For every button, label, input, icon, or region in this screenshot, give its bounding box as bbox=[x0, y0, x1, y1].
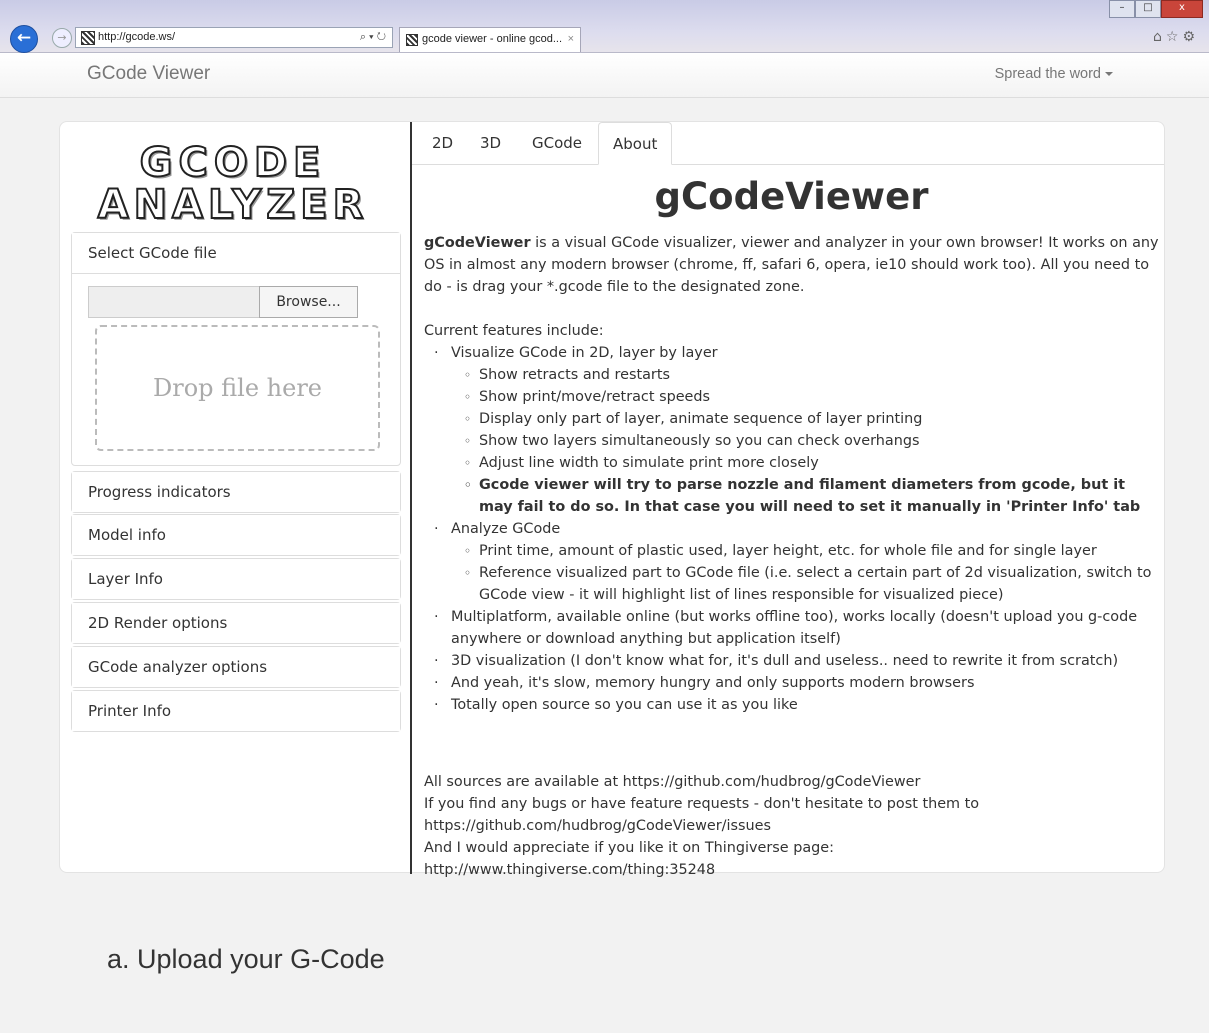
forward-arrow-icon[interactable]: → bbox=[52, 28, 72, 48]
tab-3d[interactable]: 3D bbox=[466, 122, 515, 164]
panel-2d-render-options[interactable]: 2D Render options bbox=[71, 602, 401, 644]
panel-heading[interactable]: 2D Render options bbox=[72, 603, 400, 643]
about-intro: gCodeViewer is a visual GCode visualizer… bbox=[424, 232, 1159, 298]
view-tabs: 2D 3D GCode About bbox=[412, 122, 1164, 165]
list-item: Visualize GCode in 2D, layer by layer bbox=[424, 342, 1159, 364]
panel-printer-info[interactable]: Printer Info bbox=[71, 690, 401, 732]
list-item: Analyze GCode bbox=[424, 518, 1159, 540]
select-file-heading[interactable]: Select GCode file bbox=[72, 233, 400, 274]
footer-line: All sources are available at https://git… bbox=[424, 774, 921, 790]
address-bar[interactable]: http://gcode.ws/ ⌕ ▾ ↻ bbox=[75, 27, 393, 48]
main-card: GCODE ANALYZER Select GCode file Browse.… bbox=[59, 121, 1165, 878]
list-item: Multiplatform, available online (but wor… bbox=[424, 606, 1159, 650]
tab-about[interactable]: About bbox=[598, 122, 673, 165]
home-star-gear-icons[interactable]: ⌂☆⚙ bbox=[1153, 29, 1199, 45]
panel-heading[interactable]: Printer Info bbox=[72, 691, 400, 731]
close-window-icon[interactable]: x bbox=[1161, 0, 1203, 18]
document-caption: a. Upload your G-Code bbox=[107, 944, 385, 974]
search-refresh-icons[interactable]: ⌕ ▾ ↻ bbox=[360, 28, 386, 47]
tab-favicon-icon bbox=[406, 34, 418, 46]
features-list: Visualize GCode in 2D, layer by layer Sh… bbox=[424, 342, 1159, 716]
gcode-analyzer-logo: GCODE ANALYZER bbox=[72, 140, 394, 230]
browser-tab[interactable]: gcode viewer - online gcod... × bbox=[399, 27, 581, 52]
list-item: Reference visualized part to GCode file … bbox=[424, 562, 1159, 606]
maximize-icon[interactable]: □ bbox=[1135, 0, 1161, 18]
intro-bold: gCodeViewer bbox=[424, 235, 531, 251]
back-arrow-icon[interactable]: ← bbox=[10, 25, 38, 53]
vertical-divider bbox=[410, 122, 412, 874]
site-favicon-icon bbox=[81, 31, 95, 45]
tab-2d[interactable]: 2D bbox=[418, 122, 467, 164]
list-item: 3D visualization (I don't know what for,… bbox=[424, 650, 1159, 672]
logo-line-2: ANALYZER bbox=[97, 182, 369, 228]
list-item: Adjust line width to simulate print more… bbox=[424, 452, 1159, 474]
footer-line: If you find any bugs or have feature req… bbox=[424, 796, 980, 812]
about-title: gCodeViewer bbox=[654, 175, 929, 218]
about-content: gCodeViewer gCodeViewer is a visual GCod… bbox=[424, 168, 1159, 881]
footer-line: http://www.thingiverse.com/thing:35248 bbox=[424, 862, 716, 878]
panel-heading[interactable]: Progress indicators bbox=[72, 472, 400, 512]
minimize-icon[interactable]: – bbox=[1109, 0, 1135, 18]
footer-line: And I would appreciate if you like it on… bbox=[424, 840, 835, 856]
list-item: Print time, amount of plastic used, laye… bbox=[424, 540, 1159, 562]
site-navbar: GCode Viewer Spread the word bbox=[0, 53, 1209, 98]
spread-the-word-dropdown[interactable]: Spread the word bbox=[995, 66, 1113, 82]
panel-layer-info[interactable]: Layer Info bbox=[71, 558, 401, 600]
panel-heading[interactable]: Model info bbox=[72, 515, 400, 555]
file-input-row: Browse... bbox=[88, 286, 360, 318]
list-item: Gcode viewer will try to parse nozzle an… bbox=[424, 474, 1159, 518]
spread-the-word-label: Spread the word bbox=[994, 66, 1101, 82]
select-file-panel: Select GCode file Browse... Drop file he… bbox=[71, 232, 401, 466]
footer-line: https://github.com/hudbrog/gCodeViewer/i… bbox=[424, 818, 771, 834]
list-item: And yeah, it's slow, memory hungry and o… bbox=[424, 672, 1159, 694]
panel-progress-indicators[interactable]: Progress indicators bbox=[71, 471, 401, 513]
close-tab-icon[interactable]: × bbox=[568, 28, 574, 51]
file-name-field[interactable] bbox=[88, 286, 260, 318]
browse-button[interactable]: Browse... bbox=[259, 286, 358, 318]
list-item: Show print/move/retract speeds bbox=[424, 386, 1159, 408]
panel-gcode-analyzer-options[interactable]: GCode analyzer options bbox=[71, 646, 401, 688]
panel-model-info[interactable]: Model info bbox=[71, 514, 401, 556]
browser-chrome: ← → http://gcode.ws/ ⌕ ▾ ↻ gcode viewer … bbox=[0, 0, 1209, 53]
list-item: Show two layers simultaneously so you ca… bbox=[424, 430, 1159, 452]
left-sidebar: GCODE ANALYZER Select GCode file Browse.… bbox=[60, 122, 410, 872]
window-controls: – □ x bbox=[1109, 0, 1203, 18]
panel-heading[interactable]: GCode analyzer options bbox=[72, 647, 400, 687]
logo-line-1: GCODE bbox=[139, 140, 327, 186]
list-item: Display only part of layer, animate sequ… bbox=[424, 408, 1159, 430]
navbar-brand[interactable]: GCode Viewer bbox=[87, 63, 210, 85]
panel-heading[interactable]: Layer Info bbox=[72, 559, 400, 599]
tab-gcode[interactable]: GCode bbox=[518, 122, 596, 164]
list-item: Show retracts and restarts bbox=[424, 364, 1159, 386]
drop-file-zone[interactable]: Drop file here bbox=[95, 325, 380, 451]
caret-down-icon bbox=[1105, 72, 1113, 77]
list-item: Totally open source so you can use it as… bbox=[424, 694, 1159, 716]
browser-tab-title[interactable]: gcode viewer - online gcod... bbox=[422, 28, 562, 51]
address-url[interactable]: http://gcode.ws/ bbox=[98, 28, 175, 47]
features-heading: Current features include: bbox=[424, 323, 604, 339]
intro-text: is a visual GCode visualizer, viewer and… bbox=[424, 235, 1159, 295]
